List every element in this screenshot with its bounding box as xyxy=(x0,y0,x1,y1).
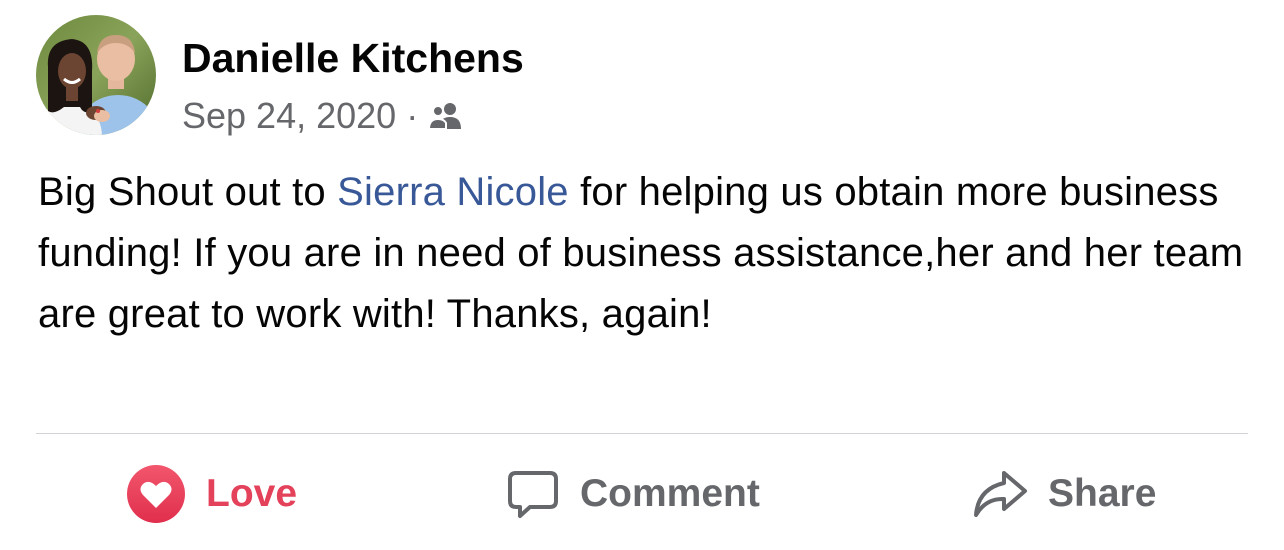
love-button[interactable]: Love xyxy=(126,463,297,525)
mention-link[interactable]: Sierra Nicole xyxy=(337,170,569,214)
meta-separator: · xyxy=(406,95,419,136)
post-text-before: Big Shout out to xyxy=(38,170,338,214)
divider xyxy=(36,433,1248,434)
post-text: Big Shout out to Sierra Nicole for helpi… xyxy=(38,162,1248,345)
share-label: Share xyxy=(1048,472,1157,515)
author-name[interactable]: Danielle Kitchens xyxy=(182,34,524,82)
post-date[interactable]: Sep 24, 2020 xyxy=(182,95,396,137)
love-label: Love xyxy=(206,472,298,515)
comment-label: Comment xyxy=(580,472,760,515)
comment-button[interactable]: Comment xyxy=(506,463,760,525)
share-arrow-icon xyxy=(972,469,1028,519)
avatar[interactable] xyxy=(36,15,156,135)
action-bar: Love Comment Share xyxy=(0,455,1284,535)
share-button[interactable]: Share xyxy=(972,463,1156,525)
post-card: Danielle Kitchens Sep 24, 2020 · Big Sho… xyxy=(0,0,1284,550)
post-meta: Sep 24, 2020 · xyxy=(182,93,464,139)
heart-icon xyxy=(126,464,186,524)
speech-bubble-icon xyxy=(506,467,560,521)
friends-icon[interactable] xyxy=(428,101,464,131)
avatar-photo xyxy=(36,15,156,135)
